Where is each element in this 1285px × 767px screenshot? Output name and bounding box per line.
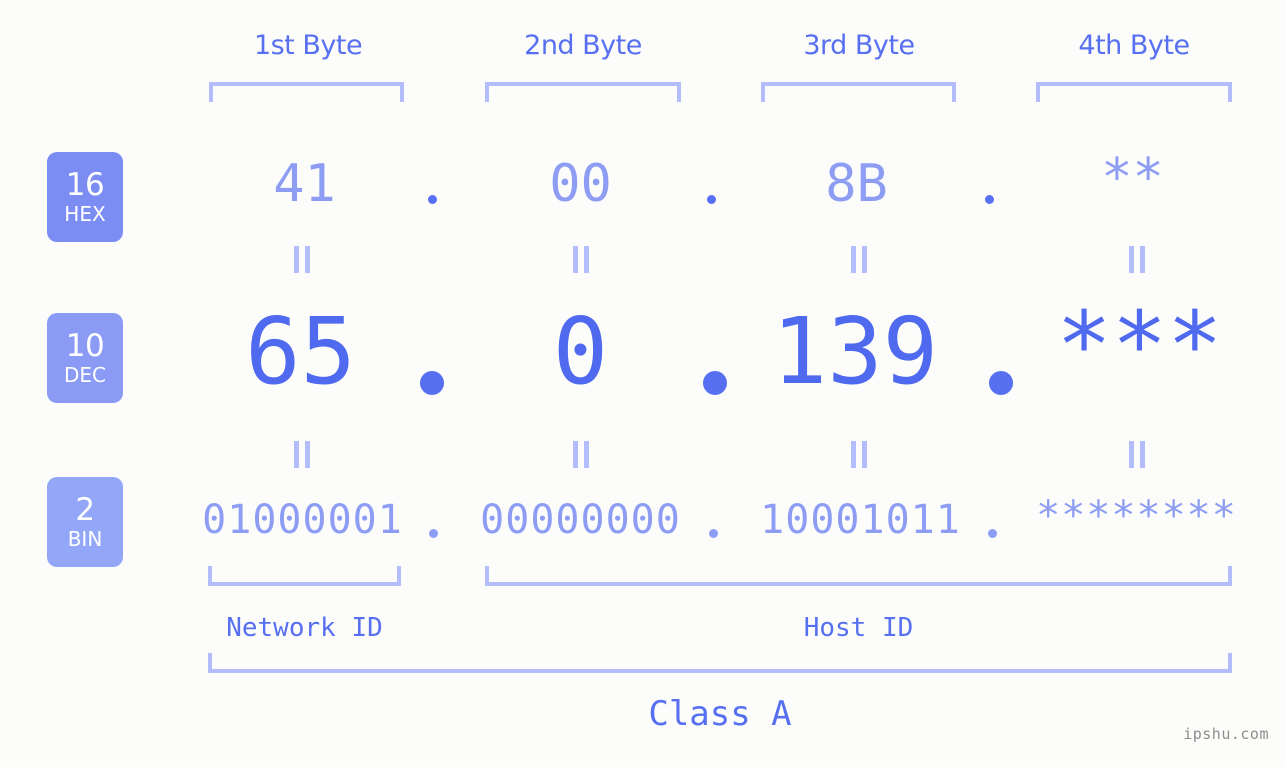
equals-mark-dec-bin-1 xyxy=(294,441,312,468)
bin-separator-3 xyxy=(988,529,997,538)
radix-badge-hex: 16 HEX xyxy=(47,152,123,242)
dec-separator-2 xyxy=(703,371,727,395)
network-id-label: Network ID xyxy=(226,613,383,643)
host-id-bracket xyxy=(485,566,1232,586)
host-id-label: Host ID xyxy=(803,613,914,643)
bin-byte-4: ******** xyxy=(1036,493,1237,539)
equals-mark-dec-bin-2 xyxy=(573,441,591,468)
hex-separator-2 xyxy=(707,195,716,204)
radix-badge-hex-abbr: HEX xyxy=(64,202,106,226)
hex-separator-3 xyxy=(985,195,994,204)
equals-mark-hex-dec-1 xyxy=(294,246,312,273)
radix-badge-dec: 10 DEC xyxy=(47,313,123,403)
equals-mark-dec-bin-4 xyxy=(1129,441,1147,468)
radix-badge-dec-abbr: DEC xyxy=(63,363,106,387)
equals-mark-hex-dec-3 xyxy=(851,246,869,273)
byte-header-2: 2nd Byte xyxy=(524,30,642,61)
byte-bracket-2 xyxy=(485,82,681,102)
class-label: Class A xyxy=(648,694,792,734)
hex-byte-1: 41 xyxy=(273,154,336,214)
hex-byte-3: 8B xyxy=(825,154,888,214)
radix-badge-bin-abbr: BIN xyxy=(67,527,103,551)
equals-mark-hex-dec-4 xyxy=(1129,246,1147,273)
byte-bracket-3 xyxy=(761,82,956,102)
radix-badge-hex-number: 16 xyxy=(65,167,105,203)
byte-header-4: 4th Byte xyxy=(1078,30,1190,61)
dec-separator-3 xyxy=(989,371,1013,395)
radix-badge-bin-number: 2 xyxy=(75,492,95,528)
bin-byte-3: 10001011 xyxy=(760,497,961,543)
bin-separator-1 xyxy=(429,529,438,538)
radix-badge-dec-number: 10 xyxy=(65,328,105,364)
byte-bracket-1 xyxy=(209,82,404,102)
bin-separator-2 xyxy=(709,529,718,538)
ip-address-breakdown-diagram: 1st Byte 2nd Byte 3rd Byte 4th Byte 16 H… xyxy=(0,0,1285,767)
byte-header-3: 3rd Byte xyxy=(803,30,915,61)
dec-byte-1: 65 xyxy=(245,298,356,405)
watermark: ipshu.com xyxy=(1183,725,1269,743)
network-id-bracket xyxy=(208,566,401,586)
hex-separator-1 xyxy=(428,195,437,204)
bin-byte-2: 00000000 xyxy=(480,497,681,543)
bin-byte-1: 01000001 xyxy=(202,497,403,543)
byte-header-1: 1st Byte xyxy=(253,30,363,61)
dec-separator-1 xyxy=(420,371,444,395)
class-bracket xyxy=(208,653,1232,673)
equals-mark-dec-bin-3 xyxy=(851,441,869,468)
dec-byte-3: 139 xyxy=(771,298,939,405)
hex-byte-4: ** xyxy=(1101,148,1164,208)
dec-byte-4: *** xyxy=(1056,292,1223,399)
radix-badge-bin: 2 BIN xyxy=(47,477,123,567)
byte-bracket-4 xyxy=(1036,82,1232,102)
hex-byte-2: 00 xyxy=(549,154,612,214)
equals-mark-hex-dec-2 xyxy=(573,246,591,273)
dec-byte-2: 0 xyxy=(552,298,609,405)
